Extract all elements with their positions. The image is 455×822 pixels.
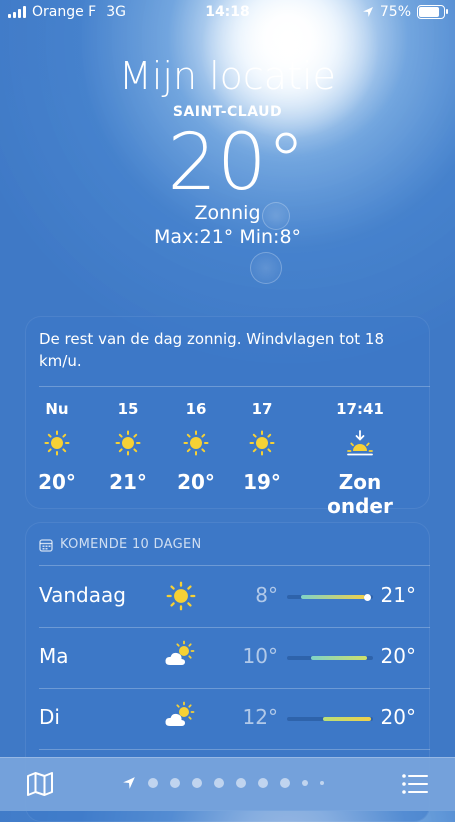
sun-icon xyxy=(249,430,275,456)
status-bar: Orange F 3G 14:18 75% xyxy=(0,0,455,24)
forecast-row[interactable]: Ma 10° 20° xyxy=(25,628,430,688)
sun-icon xyxy=(115,430,141,456)
hour-temperature: 20° xyxy=(38,470,76,494)
sunset-icon xyxy=(347,430,373,456)
page-dot[interactable] xyxy=(280,778,290,788)
partly-cloudy-icon xyxy=(165,701,195,726)
hour-item: 16 20° xyxy=(173,400,219,494)
page-dot[interactable] xyxy=(320,781,324,785)
hour-label: Nu xyxy=(45,400,69,418)
page-dot[interactable] xyxy=(214,778,224,788)
location-arrow-icon xyxy=(362,7,373,17)
hour-item: 15 21° xyxy=(105,400,151,494)
hour-label: 17:41 xyxy=(336,400,384,418)
high-temperature: 20° xyxy=(380,705,416,729)
high-temperature: 20° xyxy=(380,644,416,668)
sun-icon xyxy=(44,430,70,456)
day-label: Vandaag xyxy=(39,583,126,607)
partly-cloudy-icon xyxy=(165,640,195,665)
day-label: Di xyxy=(39,705,60,729)
battery-icon xyxy=(417,5,448,19)
hour-temperature: 20° xyxy=(177,470,215,494)
divider xyxy=(39,386,430,387)
page-dot[interactable] xyxy=(236,778,246,788)
current-temperature: 20° xyxy=(167,118,306,208)
hour-item: 17:41 Zon onder xyxy=(305,400,415,518)
hour-label: 16 xyxy=(185,400,207,418)
divider xyxy=(39,749,430,750)
max-min-text: Max:21° Min:8° xyxy=(153,226,302,248)
forecast-header: KOMENDE 10 DAGEN xyxy=(39,537,202,552)
temperature-range-bar xyxy=(287,656,373,660)
list-icon[interactable] xyxy=(401,771,429,797)
hour-temperature: 19° xyxy=(243,470,281,494)
temperature-range-bar xyxy=(287,593,373,601)
low-temperature: 8° xyxy=(255,583,278,607)
location-arrow-icon[interactable] xyxy=(122,776,136,790)
forecast-row[interactable]: Vandaag 8° 21° xyxy=(25,567,430,627)
hour-label: 15 xyxy=(117,400,139,418)
page-dot[interactable] xyxy=(258,778,268,788)
day-label: Ma xyxy=(39,644,69,668)
forecast-title: KOMENDE 10 DAGEN xyxy=(60,537,202,552)
forecast-summary: De rest van de dag zonnig. Windvlagen to… xyxy=(39,330,384,370)
temperature-range-bar xyxy=(287,717,373,721)
forecast-row[interactable]: Di 12° 20° xyxy=(25,689,430,749)
map-icon[interactable] xyxy=(26,771,54,797)
page-indicator[interactable] xyxy=(122,776,324,790)
hour-label: 17 xyxy=(251,400,273,418)
calendar-icon xyxy=(39,538,53,552)
page-dot[interactable] xyxy=(170,778,180,788)
page-dot[interactable] xyxy=(302,780,308,786)
sun-icon xyxy=(183,430,209,456)
high-temperature: 21° xyxy=(380,583,416,607)
location-title: Mijn locatie xyxy=(119,54,336,98)
hour-item: 17 19° xyxy=(239,400,285,494)
page-dot[interactable] xyxy=(192,778,202,788)
hour-temperature: 21° xyxy=(109,470,147,494)
hour-temperature: Zon onder xyxy=(327,470,393,518)
low-temperature: 10° xyxy=(242,644,278,668)
hourly-list: Nu 20° 15 21° 16 20° 17 19° 17:41 Zon on… xyxy=(25,400,430,518)
battery-percent: 75% xyxy=(379,4,411,20)
divider xyxy=(39,565,430,566)
lens-flare xyxy=(250,252,282,284)
sun-icon xyxy=(166,581,196,611)
bottom-toolbar xyxy=(0,757,455,811)
hour-item: Nu 20° xyxy=(37,400,77,494)
low-temperature: 12° xyxy=(242,705,278,729)
condition-text: Zonnig xyxy=(194,202,261,224)
page-dot[interactable] xyxy=(148,778,158,788)
hourly-forecast-card[interactable]: De rest van de dag zonnig. Windvlagen to… xyxy=(25,316,430,518)
